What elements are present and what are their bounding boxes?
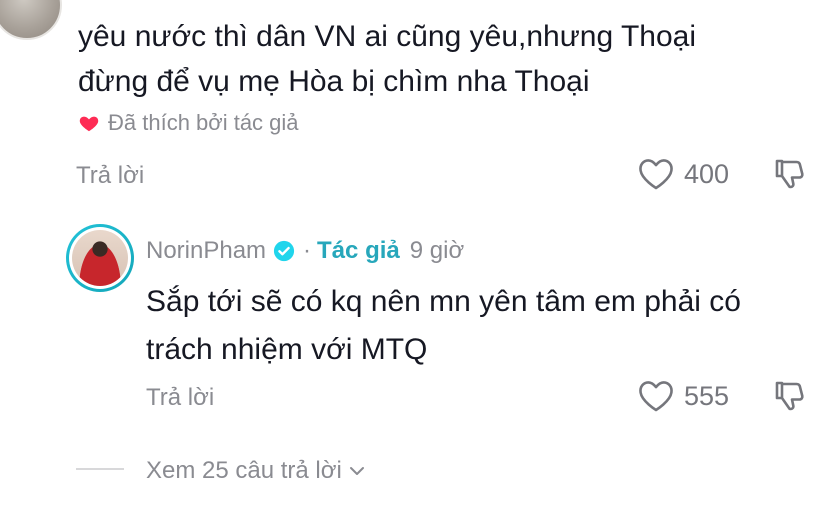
view-replies-button[interactable]: Xem 25 câu trả lời — [146, 454, 366, 488]
author-avatar-ring — [69, 227, 131, 289]
replies-divider — [76, 468, 124, 470]
comment-text-line-2: đừng để vụ mẹ Hòa bị chìm nha Thoại — [78, 65, 590, 98]
liked-by-author-row: Đã thích bởi tác giả — [78, 108, 299, 138]
thumb-down-outline-icon — [775, 159, 804, 189]
reply-text-line-2: trách nhiệm với MTQ — [146, 333, 428, 366]
chevron-down-icon — [349, 467, 364, 475]
heart-outline-icon — [639, 381, 673, 412]
commenter-avatar[interactable] — [0, 0, 62, 40]
reply-reply-button[interactable]: Trả lời — [146, 384, 214, 412]
comment-reply-button[interactable]: Trả lời — [76, 162, 144, 190]
comment-text-line-1: yêu nước thì dân VN ai cũng yêu,nhưng Th… — [78, 20, 697, 53]
author-badge: Tác giả — [317, 237, 400, 264]
reply-text: Sắp tới sẽ có kq nên mn yên tâm em phải … — [146, 278, 806, 374]
reply-username[interactable]: NorinPham — [146, 237, 266, 265]
comment-dislike-button[interactable] — [772, 156, 808, 192]
heart-filled-icon — [79, 116, 99, 132]
reply-dislike-button[interactable] — [772, 378, 808, 414]
heart-outline-icon — [639, 159, 673, 190]
reply-text-line-1: Sắp tới sẽ có kq nên mn yên tâm em phải … — [146, 285, 741, 318]
author-avatar[interactable] — [66, 224, 134, 292]
author-avatar-photo — [72, 230, 128, 286]
verified-check-icon — [273, 240, 295, 262]
reply-like-button[interactable]: 555 — [638, 379, 729, 413]
comment-like-count: 400 — [684, 158, 730, 189]
thumb-down-outline-icon — [775, 381, 804, 411]
reply-like-count: 555 — [684, 380, 730, 411]
reply-timestamp: 9 giờ — [409, 237, 465, 264]
reply-header: NorinPham · Tác giả 9 giờ — [146, 234, 464, 268]
liked-by-author-label: Đã thích bởi tác giả — [108, 110, 299, 135]
separator-dot: · — [303, 237, 312, 264]
comment-like-button[interactable]: 400 — [638, 157, 729, 191]
view-replies-label: Xem 25 câu trả lời — [146, 457, 342, 484]
comment-text: yêu nước thì dân VN ai cũng yêu,nhưng Th… — [78, 14, 798, 104]
